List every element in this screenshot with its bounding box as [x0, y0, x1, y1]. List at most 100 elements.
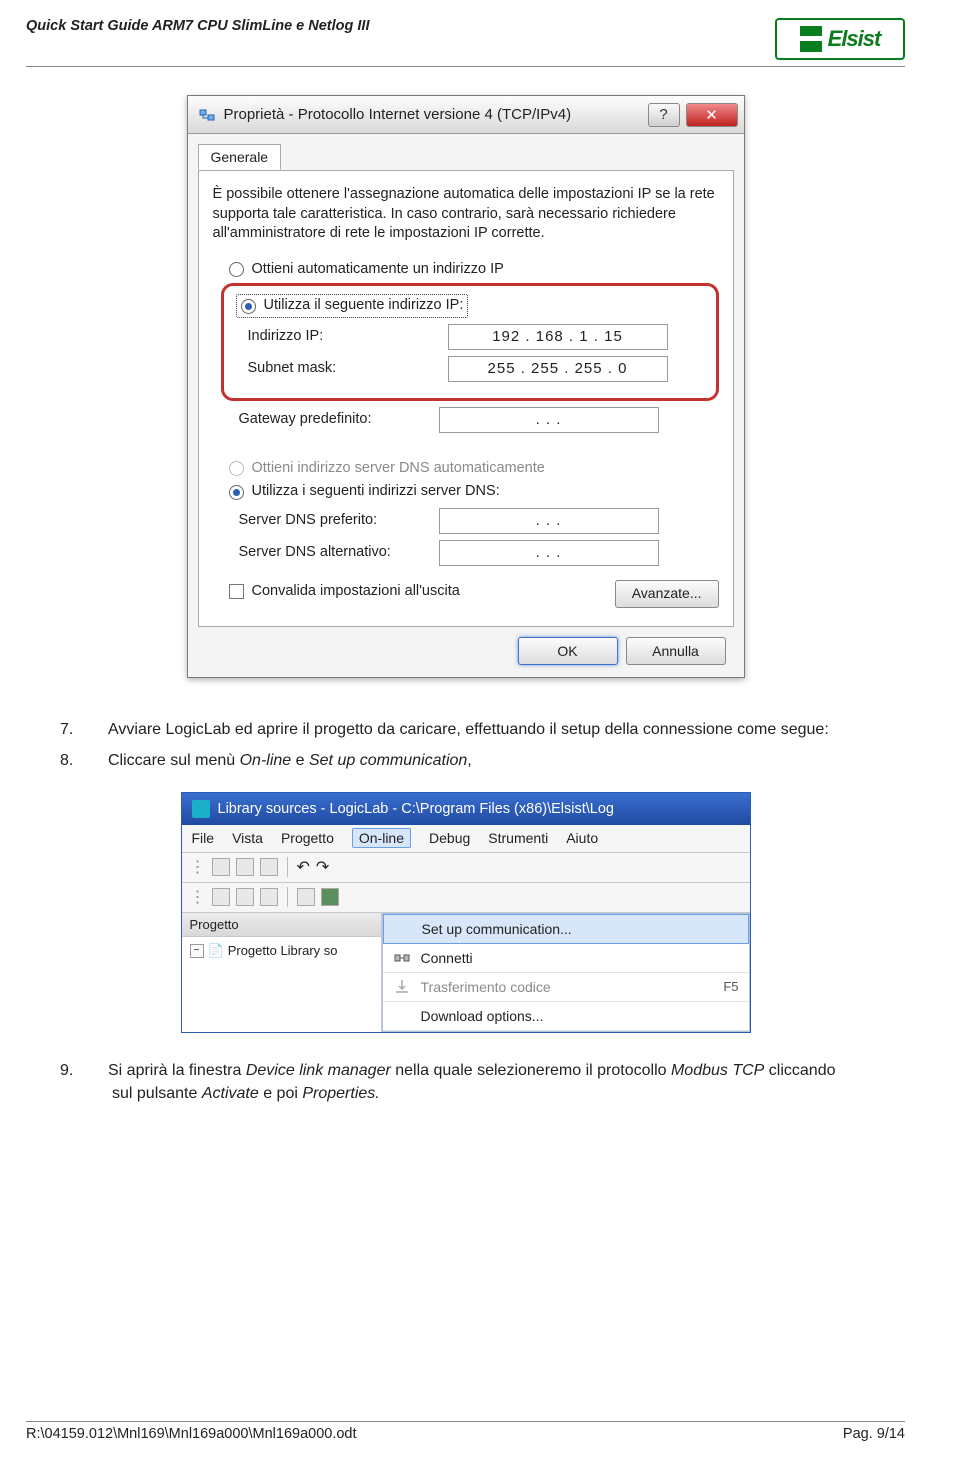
advanced-button[interactable]: Avanzate...: [615, 580, 719, 608]
network-icon: [198, 106, 216, 124]
ide-toolbar-2: ⋮: [182, 883, 750, 913]
radio-icon: [229, 485, 244, 500]
menu-item-connect[interactable]: Connetti: [383, 944, 749, 973]
tab-general[interactable]: Generale: [198, 144, 282, 170]
ip-label: Indirizzo IP:: [248, 327, 448, 347]
logo-stripe-icon: [800, 26, 822, 52]
download-icon: [393, 978, 411, 996]
app-icon: [192, 800, 210, 818]
step-8-text-a: Cliccare sul menù: [108, 752, 240, 769]
brand-logo: Elsist: [775, 18, 905, 60]
project-pane-title: Progetto: [182, 913, 381, 937]
logo-text: Elsist: [828, 26, 881, 52]
step-7-text: Avviare LogicLab ed aprire il progetto d…: [108, 721, 829, 738]
dialog-titlebar: Proprietà - Protocollo Internet versione…: [188, 96, 744, 134]
tree-minus-icon: −: [190, 944, 204, 958]
close-button[interactable]: ✕: [686, 103, 738, 127]
dd-transfer-label: Trasferimento codice: [421, 979, 551, 995]
gateway-label: Gateway predefinito:: [239, 410, 439, 430]
radio-auto-ip[interactable]: Ottieni automaticamente un indirizzo IP: [229, 260, 719, 280]
menu-file[interactable]: File: [192, 830, 215, 846]
toolbar-icon[interactable]: [236, 858, 254, 876]
menu-strumenti[interactable]: Strumenti: [488, 830, 548, 846]
blank-icon: [394, 920, 412, 938]
footer-page: Pag. 9/14: [843, 1426, 905, 1442]
connect-icon: [393, 949, 411, 967]
toolbar-icon[interactable]: [260, 888, 278, 906]
cancel-button[interactable]: Annulla: [626, 637, 726, 665]
step-number: 7.: [86, 718, 108, 741]
toolbar-icon[interactable]: [212, 888, 230, 906]
ide-toolbar: ⋮ ↶ ↷: [182, 853, 750, 883]
menu-debug[interactable]: Debug: [429, 830, 470, 846]
menu-item-setup-communication[interactable]: Set up communication...: [383, 914, 749, 944]
ide-title-text: Library sources - LogicLab - C:\Program …: [218, 801, 614, 817]
step-9-g: e poi: [259, 1085, 303, 1102]
ok-button[interactable]: OK: [518, 637, 618, 665]
radio-auto-ip-label: Ottieni automaticamente un indirizzo IP: [252, 260, 504, 280]
ipv4-properties-dialog: Proprietà - Protocollo Internet versione…: [187, 95, 745, 678]
radio-manual-dns[interactable]: Utilizza i seguenti indirizzi server DNS…: [229, 482, 719, 502]
ip-input[interactable]: 192 . 168 . 1 . 15: [448, 324, 668, 350]
undo-icon[interactable]: ↶: [297, 857, 310, 877]
radio-manual-ip[interactable]: Utilizza il seguente indirizzo IP:: [236, 294, 469, 318]
gateway-input[interactable]: . . .: [439, 407, 659, 433]
step-8-em-online: On-line: [240, 752, 292, 769]
blank-icon: [393, 1007, 411, 1025]
step-8-text-c: e: [291, 752, 309, 769]
dns2-label: Server DNS alternativo:: [239, 543, 439, 563]
help-button[interactable]: ?: [648, 103, 680, 127]
toolbar-icon[interactable]: [236, 888, 254, 906]
tree-folder-icon: 📄: [208, 943, 224, 959]
step-9-a: Si aprirà la finestra: [108, 1062, 246, 1079]
radio-manual-dns-label: Utilizza i seguenti indirizzi server DNS…: [252, 482, 500, 502]
step-9-em-dlm: Device link manager: [246, 1062, 391, 1079]
radio-icon: [241, 299, 256, 314]
radio-icon: [229, 461, 244, 476]
toolbar-icon[interactable]: [260, 858, 278, 876]
toolbar-icon[interactable]: [212, 858, 230, 876]
menu-aiuto[interactable]: Aiuto: [566, 830, 598, 846]
footer-path: R:\04159.012\Mnl169\Mnl169a000\Mnl169a00…: [26, 1426, 357, 1442]
step-9-em-properties: Properties.: [302, 1085, 379, 1102]
step-9-em-activate: Activate: [202, 1085, 259, 1102]
radio-auto-dns-label: Ottieni indirizzo server DNS automaticam…: [252, 459, 545, 479]
checkbox-icon: [229, 584, 244, 599]
toolbar-icon[interactable]: [321, 888, 339, 906]
step-number: 8.: [86, 749, 108, 772]
dd-transfer-shortcut: F5: [723, 979, 738, 994]
doc-title: Quick Start Guide ARM7 CPU SlimLine e Ne…: [26, 18, 370, 34]
tab-panel-general: È possibile ottenere l'assegnazione auto…: [198, 170, 734, 627]
dd-download-label: Download options...: [421, 1008, 544, 1024]
manual-ip-highlight: Utilizza il seguente indirizzo IP: Indir…: [221, 283, 719, 401]
menu-progetto[interactable]: Progetto: [281, 830, 334, 846]
instruction-text-2: 9.Si aprirà la finestra Device link mana…: [86, 1059, 855, 1105]
logiclab-window: Library sources - LogicLab - C:\Program …: [181, 792, 751, 1033]
toolbar-icon[interactable]: [297, 888, 315, 906]
subnet-label: Subnet mask:: [248, 359, 448, 379]
dialog-description: È possibile ottenere l'assegnazione auto…: [213, 185, 719, 244]
menu-online[interactable]: On-line: [352, 828, 411, 848]
tree-item-label: Progetto Library so: [228, 943, 338, 958]
menu-item-download-options[interactable]: Download options...: [383, 1002, 749, 1031]
menu-vista[interactable]: Vista: [232, 830, 263, 846]
online-dropdown: Set up communication... Connetti Trasfer…: [382, 913, 750, 1032]
dd-setup-label: Set up communication...: [422, 921, 572, 937]
step-8-em-setup: Set up communication: [309, 752, 467, 769]
validate-label: Convalida impostazioni all'uscita: [252, 582, 460, 602]
ide-titlebar: Library sources - LogicLab - C:\Program …: [182, 793, 750, 825]
header-divider: [26, 66, 905, 67]
subnet-input[interactable]: 255 . 255 . 255 . 0: [448, 356, 668, 382]
tree-row[interactable]: − 📄 Progetto Library so: [190, 943, 377, 959]
instruction-text: 7.Avviare LogicLab ed aprire il progetto…: [86, 718, 855, 772]
dns2-input[interactable]: . . .: [439, 540, 659, 566]
tab-strip: Generale: [198, 142, 734, 170]
dns1-input[interactable]: . . .: [439, 508, 659, 534]
dialog-title: Proprietà - Protocollo Internet versione…: [224, 106, 642, 123]
radio-auto-dns: Ottieni indirizzo server DNS automaticam…: [229, 459, 719, 479]
ide-menubar: File Vista Progetto On-line Debug Strume…: [182, 825, 750, 853]
step-9-c: nella quale selezioneremo il protocollo: [391, 1062, 671, 1079]
step-number: 9.: [86, 1059, 108, 1082]
redo-icon[interactable]: ↷: [316, 857, 329, 877]
step-8-text-e: ,: [467, 752, 471, 769]
